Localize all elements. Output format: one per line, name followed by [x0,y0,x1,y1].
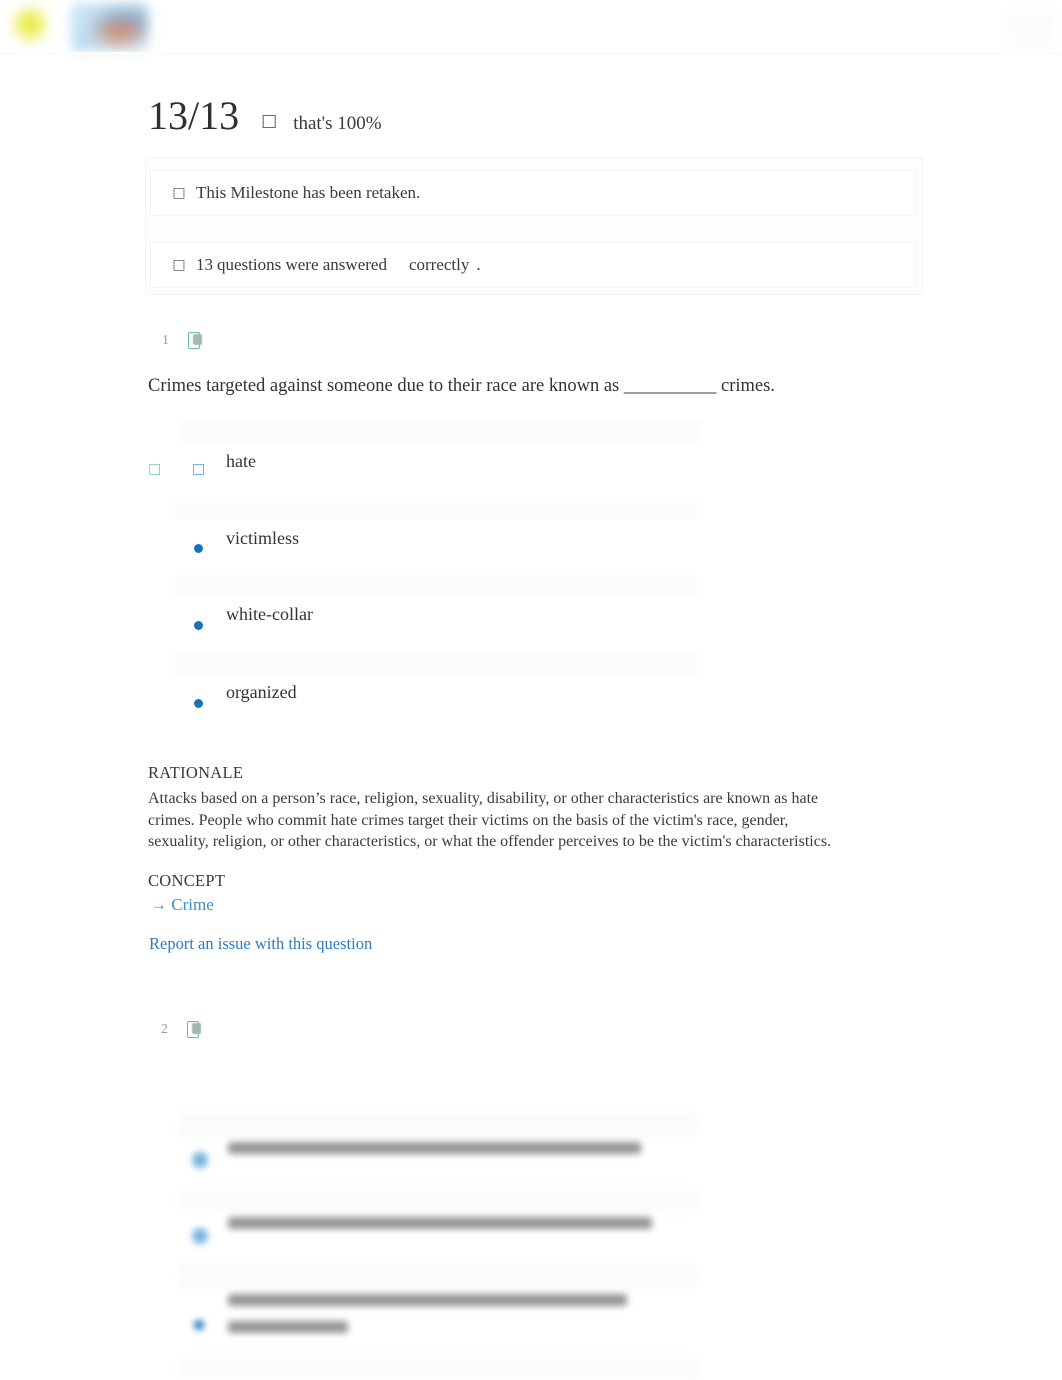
alert-correct-count-text: 13 questions were answered correctly. [196,255,481,275]
score-fraction: 13/13 [148,93,240,138]
option-label-hate[interactable]: hate [226,451,256,472]
option-label-q2-c[interactable] [228,1294,627,1306]
alert-group: □ This Milestone has been retaken. □ 13 q… [145,157,923,295]
account-menu-icon[interactable] [1008,0,1054,52]
correct-badge-icon [188,332,200,349]
bullet-icon[interactable] [194,699,203,708]
option-band [178,1188,698,1212]
info-icon: □ [172,185,186,201]
correct-period: . [476,255,481,274]
question-1-number: 1 [162,332,169,348]
option-label-white-collar[interactable]: white-collar [226,604,313,625]
option-band [178,1356,698,1380]
score-percent-text: that's 100% [293,113,382,134]
option-band [178,1264,698,1288]
question-1-meta: 1 [162,332,200,349]
check-icon: □ [148,461,162,477]
rationale-heading: RATIONALE [148,763,244,782]
site-header [0,0,1062,55]
radio-selected-icon[interactable]: □ [192,461,205,477]
check-icon: □ [261,111,278,131]
option-label-q2-b[interactable] [228,1217,652,1229]
concept-heading: CONCEPT [148,871,226,890]
option-label-organized[interactable]: organized [226,682,297,703]
sophia-logo-icon[interactable] [12,6,48,46]
rationale-text: Attacks based on a person’s race, religi… [148,790,832,850]
option-label-q2-a[interactable] [228,1142,641,1154]
option-label-victimless[interactable]: victimless [226,528,299,549]
brand-image-icon[interactable] [71,3,149,51]
correct-badge-icon [187,1021,199,1038]
correct-count-label: questions were answered [217,255,387,274]
alert-correct-count: □ 13 questions were answered correctly. [150,242,916,288]
score-summary: 13/13 □ that's 100% [148,96,382,136]
option-band [180,420,702,442]
correct-emphasis: correctly [408,255,470,274]
alert-retaken-text: This Milestone has been retaken. [196,183,421,202]
option-band [175,653,697,675]
header-divider [0,52,1062,55]
option-band [175,575,697,597]
question-2-number: 2 [161,1021,168,1037]
bullet-icon[interactable] [192,1228,208,1244]
report-issue-link[interactable]: Report an issue with this question [149,934,372,954]
question-2-meta: 2 [161,1021,199,1038]
info-icon: □ [172,257,186,273]
bullet-icon[interactable] [194,621,203,630]
correct-count-value: 13 [196,255,213,274]
bullet-icon[interactable] [194,544,203,553]
question-1-prompt: Crimes targeted against someone due to t… [148,376,775,396]
option-band [175,498,697,520]
concept-link-crime[interactable]: → Crime [150,895,214,915]
bullet-icon[interactable] [194,1320,204,1330]
option-band [178,1113,698,1137]
alert-retaken: □ This Milestone has been retaken. [150,170,916,216]
bullet-icon[interactable] [192,1152,208,1168]
option-label-q2-c-wrap [228,1321,348,1333]
